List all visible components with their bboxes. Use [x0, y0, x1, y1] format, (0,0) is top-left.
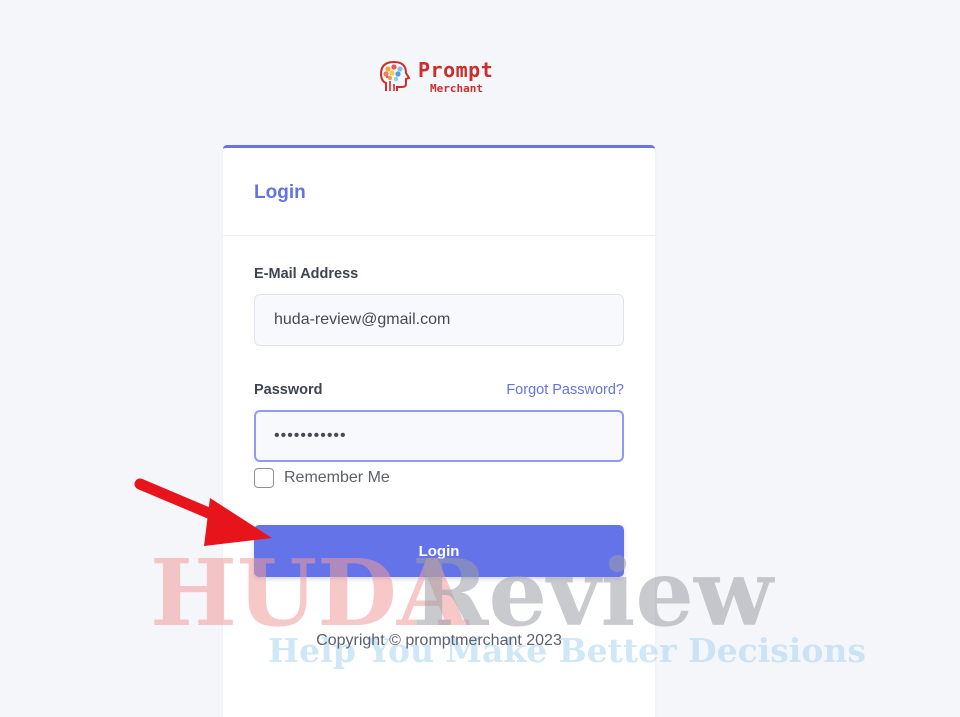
- logo-title: Prompt: [418, 58, 494, 82]
- prompt-merchant-logo: Prompt Merchant: [376, 55, 504, 99]
- head-circuit-icon: [379, 60, 411, 91]
- password-field[interactable]: [254, 410, 624, 462]
- forgot-password-link[interactable]: Forgot Password?: [506, 382, 624, 398]
- login-button[interactable]: Login: [254, 525, 624, 577]
- card-title: Login: [254, 182, 306, 203]
- remember-me: Remember Me: [254, 468, 624, 488]
- copyright-text: Copyright © promptmerchant 2023: [316, 632, 562, 649]
- password-row: Password Forgot Password?: [254, 382, 624, 398]
- email-label: E-Mail Address: [254, 266, 359, 282]
- red-arrow-icon: [134, 478, 272, 546]
- logo-subtitle: Merchant: [430, 82, 483, 95]
- login-form: E-Mail Address Password Forgot Password?…: [223, 236, 655, 577]
- email-field[interactable]: [254, 294, 624, 346]
- password-label: Password: [254, 382, 323, 398]
- remember-me-label: Remember Me: [284, 469, 390, 486]
- card-header: Login: [223, 148, 655, 236]
